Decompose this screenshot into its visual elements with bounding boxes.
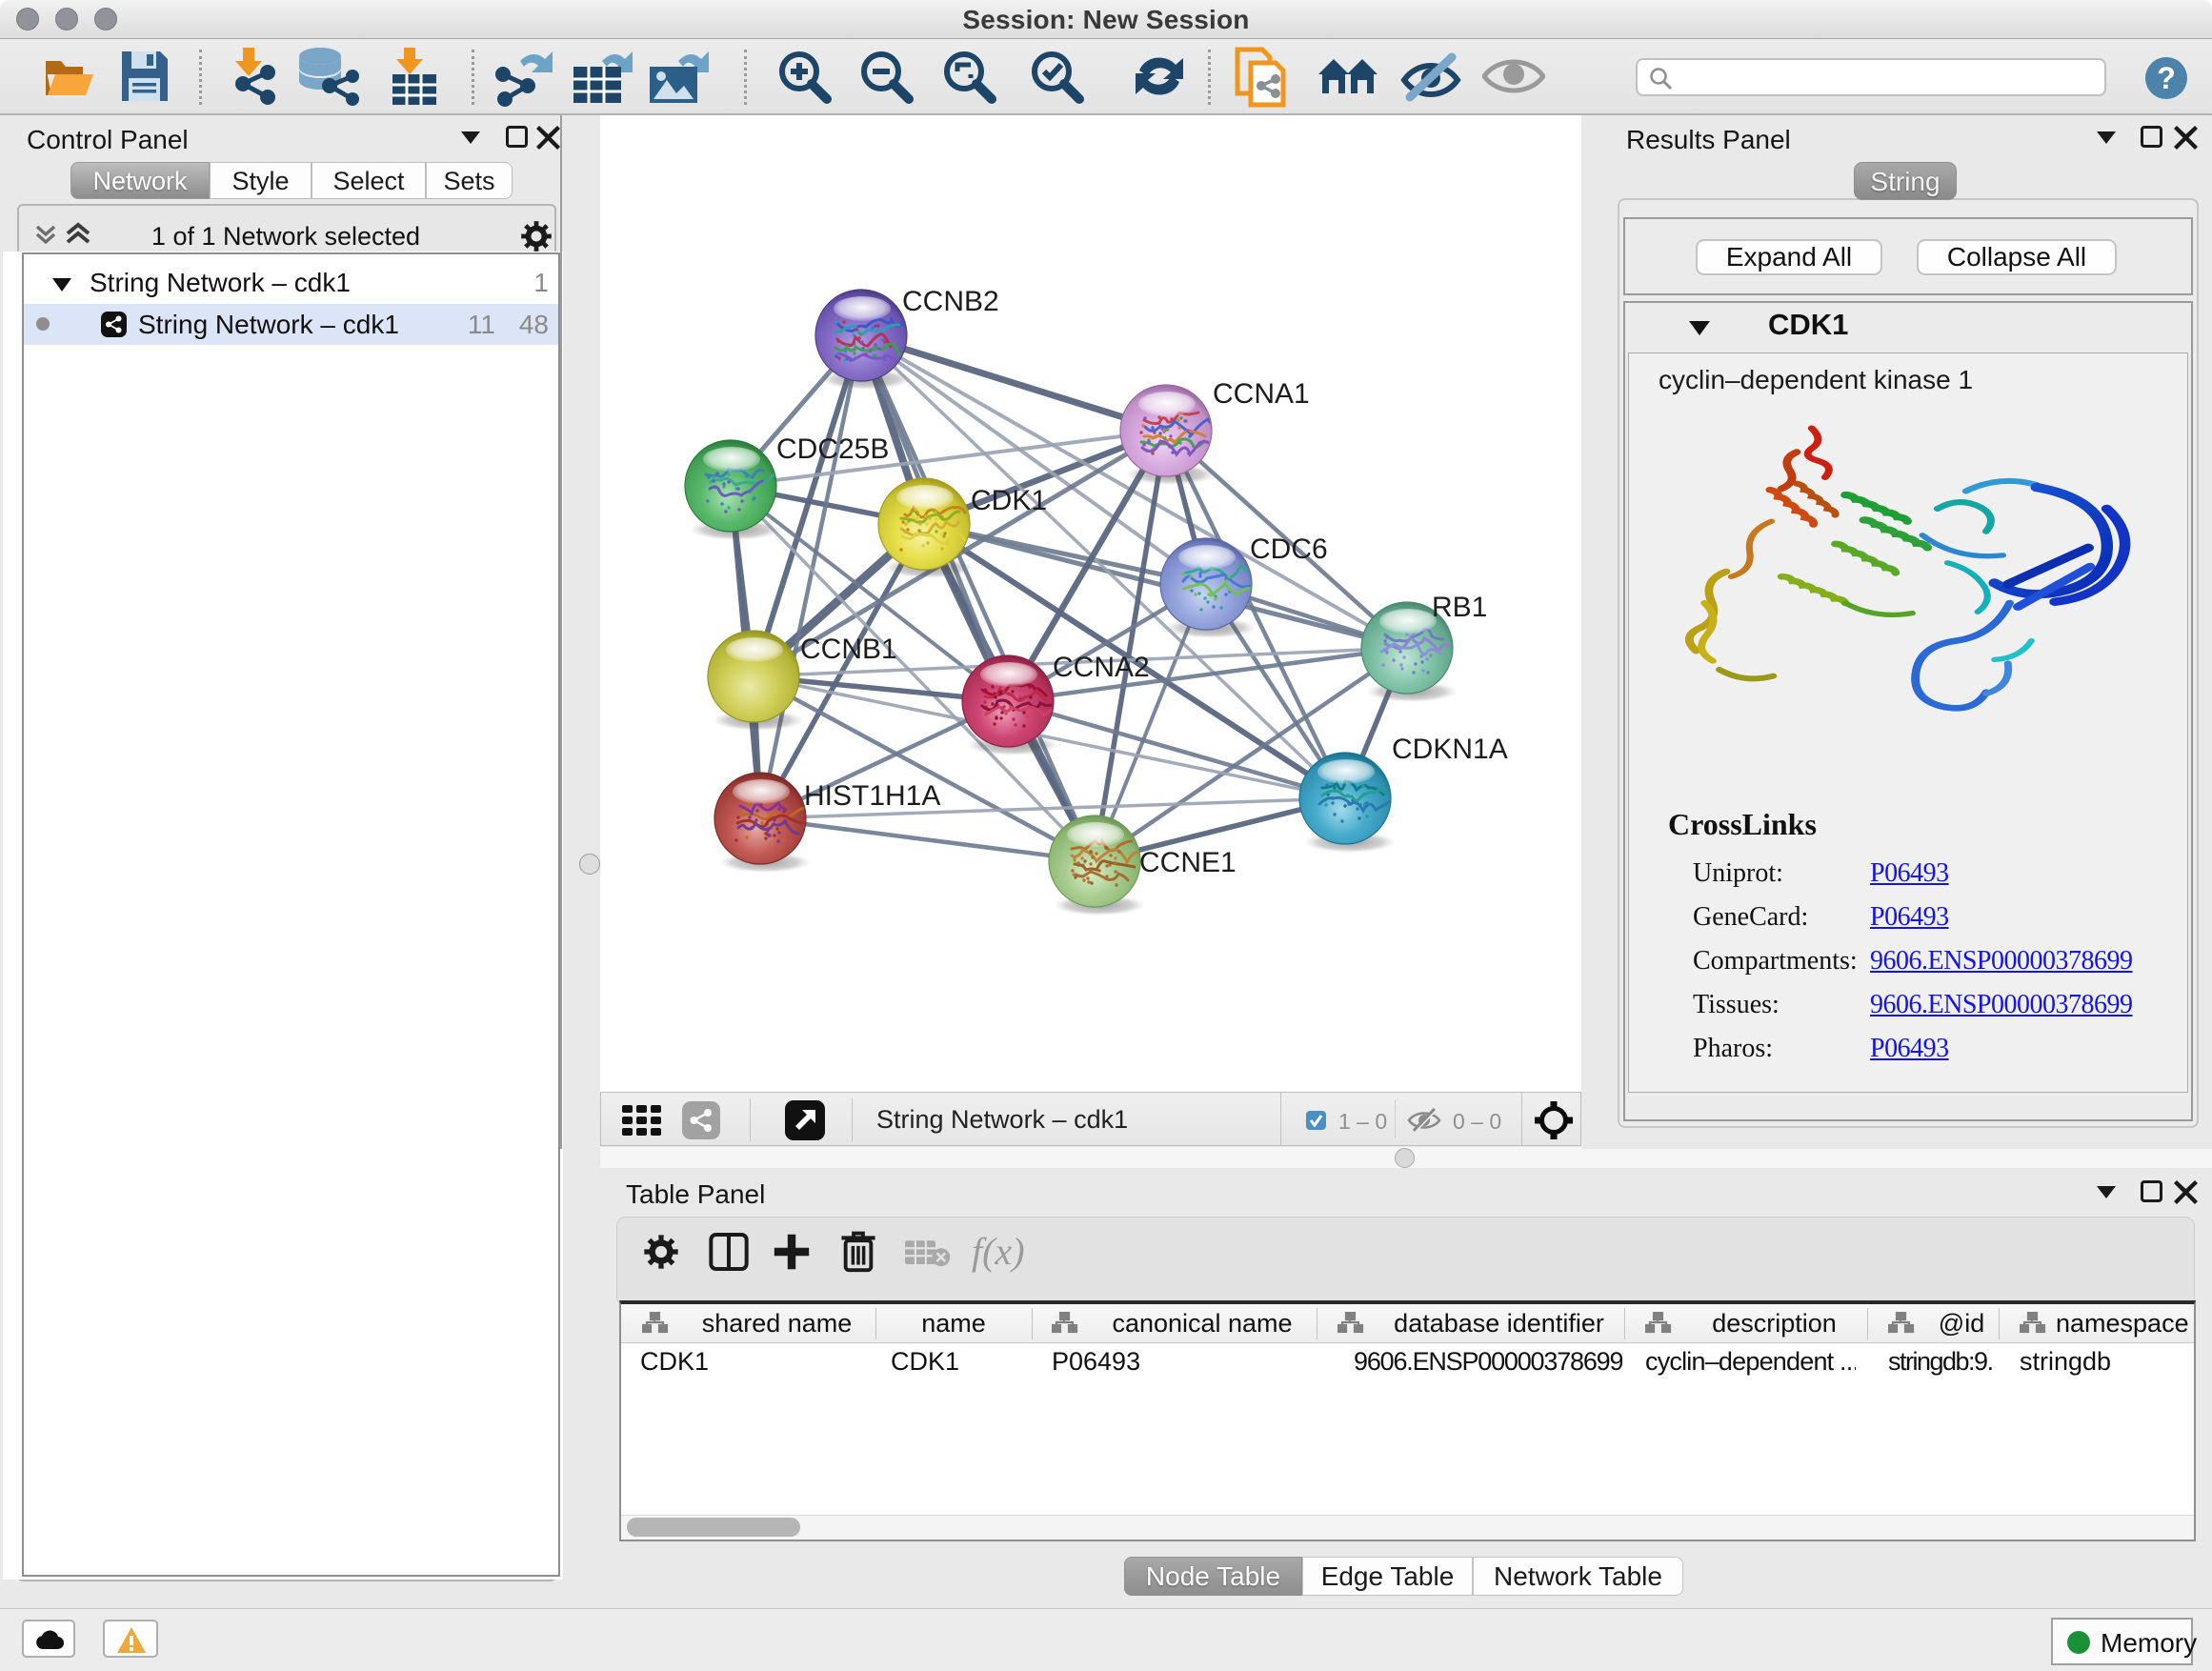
svg-text:CCNB2: CCNB2 xyxy=(902,286,999,317)
svg-text:CCNA1: CCNA1 xyxy=(1213,378,1310,410)
svg-text:CCNA2: CCNA2 xyxy=(1053,652,1150,683)
svg-text:CDK1: CDK1 xyxy=(971,485,1047,516)
svg-text:CDC6: CDC6 xyxy=(1250,534,1328,565)
svg-text:CDKN1A: CDKN1A xyxy=(1392,734,1508,765)
svg-text:CDC25B: CDC25B xyxy=(776,433,889,465)
svg-text:CCNB1: CCNB1 xyxy=(800,634,897,665)
svg-text:RB1: RB1 xyxy=(1432,592,1487,623)
svg-text:HIST1H1A: HIST1H1A xyxy=(804,780,940,812)
svg-text:CCNE1: CCNE1 xyxy=(1139,847,1237,878)
